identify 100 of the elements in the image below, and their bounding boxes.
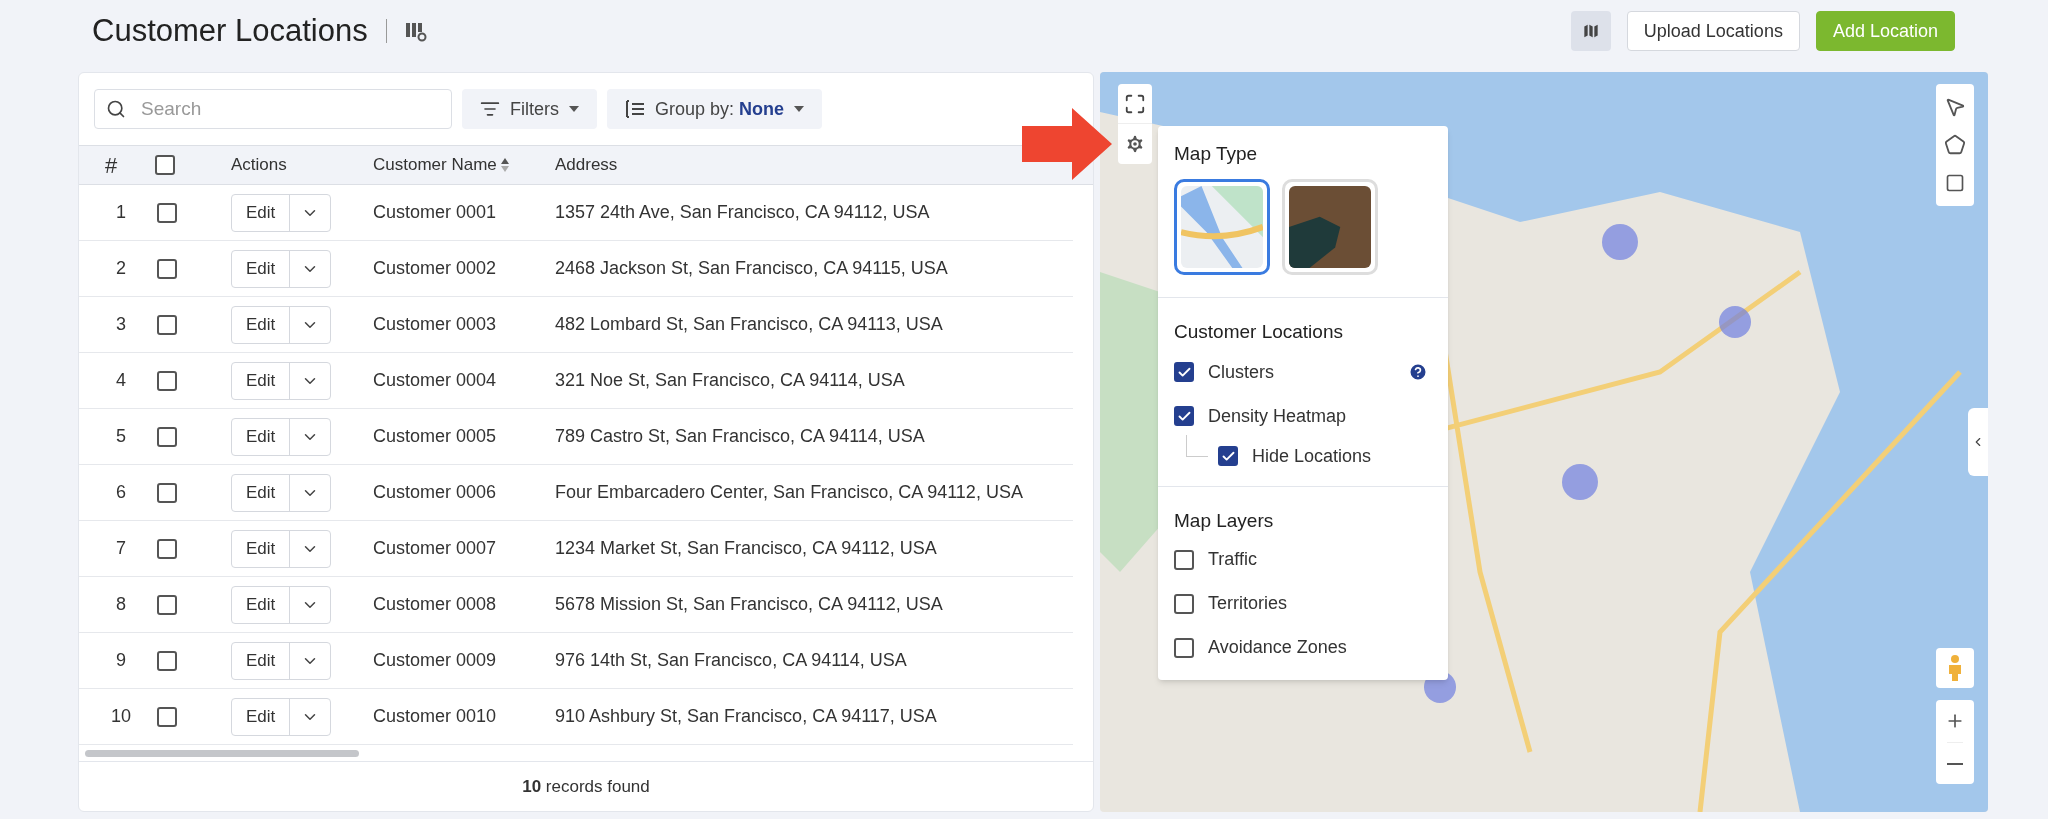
edit-button[interactable]: Edit [232,418,291,455]
edit-button[interactable]: Edit [232,586,291,623]
row-checkbox[interactable] [157,258,177,279]
row-checkbox[interactable] [157,706,177,727]
customer-name-cell-text: Customer 0002 [372,257,498,280]
column-header[interactable]: Customer Name [373,152,497,178]
address-cell-text: 482 Lombard St, San Francisco, CA 94113, USA [554,313,943,336]
edit-split-button[interactable]: Edit [231,193,332,232]
column-header: Actions [230,154,288,177]
row-number: 6 [115,481,127,504]
customer-name-cell-text: Customer 0009 [372,649,498,672]
search-field[interactable]: Search [94,89,452,129]
option-label: Traffic [1208,548,1257,571]
address-cell-text: 2468 Jackson St, San Francisco, CA 94115, USA [554,257,948,280]
customer-name-cell-text: Customer 0003 [372,313,498,336]
edit-split-button[interactable]: Edit [231,473,332,512]
option-label: Clusters [1208,360,1274,384]
edit-split-button[interactable]: Edit [231,249,332,288]
address-cell-text: 976 14th St, San Francisco, CA 94114, USA [554,649,907,672]
option-label: Density Heatmap [1208,404,1347,428]
select-all-checkbox[interactable] [155,155,175,175]
upload-locations-button[interactable]: Upload Locations [1626,11,1800,51]
row-number: 5 [115,425,127,448]
section-title: Map Type [1174,142,1259,166]
edit-button[interactable]: Edit [232,698,291,735]
checkbox[interactable] [1174,593,1194,614]
address-cell-text: 789 Castro St, San Francisco, CA 94114, USA [554,425,925,448]
records-count: 10 records found [522,775,650,798]
row-number: 2 [115,257,127,280]
columns-settings-icon[interactable] [404,20,427,42]
column-header: Address [554,154,618,177]
search-icon [106,99,126,119]
customer-name-cell-text: Customer 0007 [372,537,498,560]
edit-split-button[interactable]: Edit [231,305,332,344]
checkbox[interactable] [1218,446,1238,466]
row-checkbox[interactable] [157,426,177,447]
edit-button[interactable]: Edit [232,530,291,567]
customer-name-cell-text: Customer 0006 [372,481,498,504]
satellite-map-option[interactable] [1282,178,1378,275]
row-number: 4 [115,369,127,392]
row-number: 3 [115,313,127,336]
edit-split-button[interactable]: Edit [231,361,332,400]
address-cell-text: 5678 Mission St, San Francisco, CA 94112, USA [554,593,943,616]
row-checkbox[interactable] [157,594,177,615]
pointer-icon [1944,96,1966,118]
column-header: # [104,151,119,180]
edit-button[interactable]: Edit [232,474,291,511]
page-title: Customer Locations [92,11,368,50]
row-checkbox[interactable] [157,482,177,503]
row-checkbox[interactable] [157,538,177,559]
edit-split-button[interactable]: Edit [231,529,332,568]
edit-split-button[interactable]: Edit [231,641,332,680]
edit-button[interactable]: Edit [232,306,291,343]
address-cell-text: 321 Noe St, San Francisco, CA 94114, USA [554,369,905,392]
checkbox[interactable] [1174,362,1194,382]
row-number: 9 [115,649,127,672]
help-icon[interactable] [1408,362,1428,382]
customer-name-cell-text: Customer 0010 [372,705,498,728]
group-by-button[interactable]: Group by: None [607,89,823,129]
edit-button[interactable]: Edit [232,362,291,399]
customer-name-cell-text: Customer 0008 [372,593,498,616]
row-checkbox[interactable] [157,202,177,223]
scrollbar[interactable] [85,749,359,757]
edit-button[interactable]: Edit [232,642,291,679]
option-label: Hide Locations [1252,444,1372,468]
edit-split-button[interactable]: Edit [231,697,332,736]
heatmap-spot [1562,464,1598,500]
square-icon [1945,173,1965,193]
address-cell-text: 1357 24th Ave, San Francisco, CA 94112, USA [554,201,930,224]
address-cell-text: 1234 Market St, San Francisco, CA 94112, USA [554,537,937,560]
checkbox[interactable] [1174,406,1194,426]
address-cell-text: Four Embarcadero Center, San Francisco, CA 94112, USA [554,481,1023,504]
caret-icon [794,106,805,112]
fullscreen-icon [1124,92,1146,115]
checkbox[interactable] [1174,549,1194,570]
row-checkbox[interactable] [157,314,177,335]
checkbox[interactable] [1174,637,1194,658]
address-cell-text: 910 Ashbury St, San Francisco, CA 94117, USA [554,705,937,728]
section-title: Customer Locations [1174,319,1344,344]
sort-icon[interactable] [500,158,509,172]
row-number: 7 [115,537,127,560]
row-number: 10 [110,705,132,728]
roadmap-map-option[interactable] [1174,178,1270,275]
row-checkbox[interactable] [157,650,177,671]
map-view-button[interactable] [1570,11,1611,51]
option-label: Territories [1208,592,1287,615]
heatmap-spot [1719,306,1751,338]
pentagon-icon [1944,134,1966,156]
filters-button[interactable]: Filters [462,89,597,129]
row-checkbox[interactable] [157,370,177,391]
customer-name-cell-text: Customer 0001 [372,201,498,224]
edit-split-button[interactable]: Edit [231,585,332,624]
option-label: Avoidance Zones [1208,636,1347,659]
edit-button[interactable]: Edit [232,250,291,287]
customer-name-cell-text: Customer 0005 [372,425,498,448]
edit-split-button[interactable]: Edit [231,417,332,456]
row-number: 1 [115,201,127,224]
caret-icon [569,106,579,112]
edit-button[interactable]: Edit [232,194,291,231]
filter-icon [480,99,500,119]
